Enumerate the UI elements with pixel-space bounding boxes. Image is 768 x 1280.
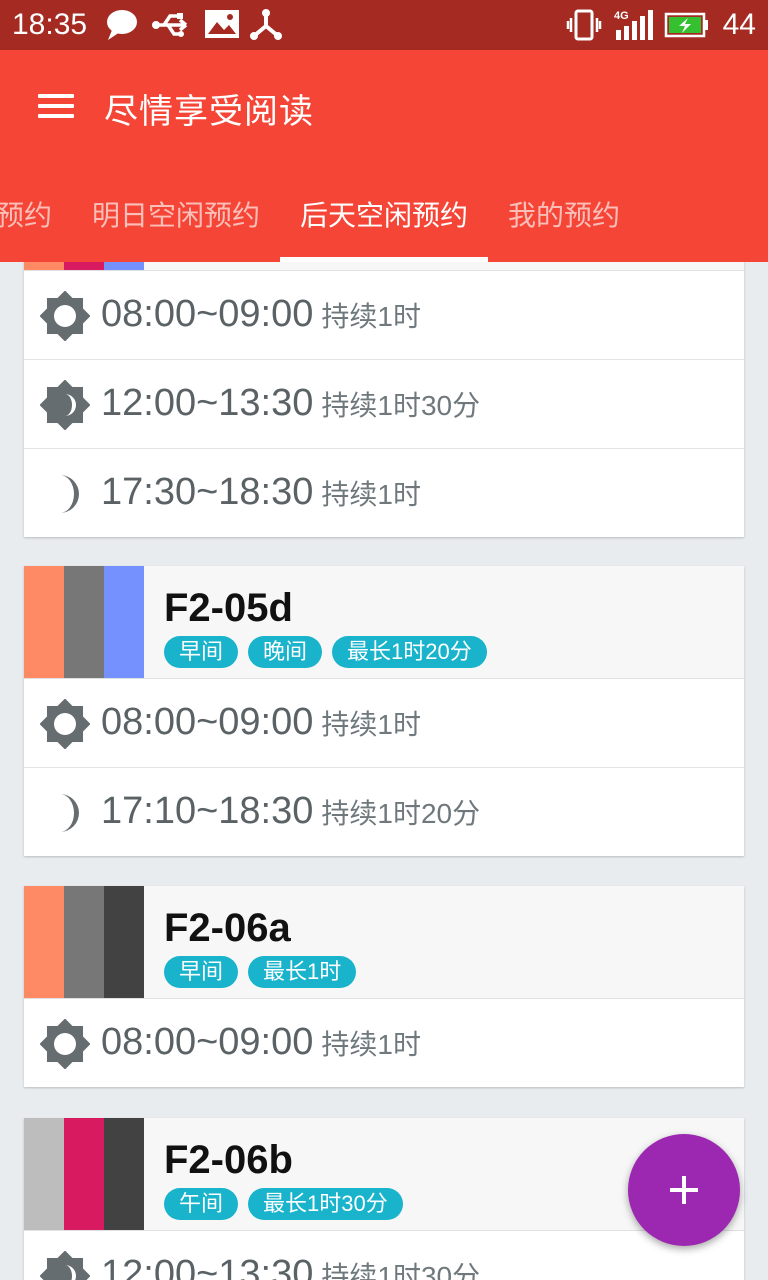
color-swatch <box>24 886 64 998</box>
slot-duration: 持续1时 <box>321 709 421 740</box>
time-slot[interactable]: 17:10~18:30 持续1时20分 <box>24 768 744 856</box>
tab-today[interactable]: 预约 <box>0 194 52 234</box>
tab-tomorrow[interactable]: 明日空闲预约 <box>92 194 260 234</box>
half-sun-icon <box>40 380 90 430</box>
slot-time-range: 17:10~18:30 <box>101 790 314 832</box>
chat-bubble-icon <box>107 10 137 40</box>
tag-badge: 早间 <box>164 636 239 668</box>
half-sun-icon <box>40 1251 90 1280</box>
time-slot[interactable]: 17:30~18:30 持续1时 <box>24 449 744 537</box>
tag-badge: 最长1时20分 <box>332 636 487 668</box>
app-toolbar: 尽情享受阅读 预约 明日空闲预约 后天空闲预约 我的预约 <box>0 50 768 262</box>
page-title: 尽情享受阅读 <box>104 93 314 131</box>
slot-time-range: 08:00~09:00 <box>101 701 314 743</box>
room-card[interactable]: F2-06a 早间 最长1时 08:00~09:00 持续1时 <box>24 886 744 1087</box>
tag-badge: 晚间 <box>248 636 323 668</box>
tag-badge: 早间 <box>164 956 239 988</box>
slot-time-range: 12:00~13:30 <box>101 382 314 424</box>
color-swatch <box>104 566 144 678</box>
time-slot[interactable]: 08:00~09:00 持续1时 <box>24 679 744 768</box>
add-reservation-button[interactable] <box>628 1134 740 1246</box>
sun-icon <box>40 699 90 749</box>
color-swatch <box>64 566 104 678</box>
tab-day-after-tomorrow[interactable]: 后天空闲预约 <box>300 194 468 234</box>
time-slot[interactable]: 08:00~09:00 持续1时 <box>24 271 744 360</box>
battery-charging-icon <box>664 12 708 38</box>
tag-badge: 最长1时30分 <box>248 1188 403 1220</box>
room-name: F2-05d <box>164 586 293 630</box>
tag-list: 早间 晚间 最长1时20分 <box>164 636 487 668</box>
slot-duration: 持续1时 <box>321 479 421 510</box>
slot-time-range: 08:00~09:00 <box>101 293 314 335</box>
card-header: F2-06a 早间 最长1时 <box>24 886 744 999</box>
color-swatch <box>24 262 64 270</box>
plus-icon-stroke <box>682 1176 686 1204</box>
slot-time-range: 08:00~09:00 <box>101 1021 314 1063</box>
color-swatch <box>104 886 144 998</box>
time-slot[interactable]: 12:00~13:30 持续1时30分 <box>24 1231 744 1280</box>
color-swatch <box>104 1118 144 1230</box>
image-icon <box>205 10 239 38</box>
sun-icon <box>40 1019 90 1069</box>
hamburger-menu-icon[interactable] <box>30 86 82 126</box>
room-list[interactable]: 08:00~09:00 持续1时 12:00~13:30 持续1时30分 17:30… <box>0 262 768 1280</box>
slot-duration: 持续1时 <box>321 1029 421 1060</box>
tag-list: 午间 最长1时30分 <box>164 1188 403 1220</box>
color-swatch <box>64 262 104 270</box>
card-header: F2-05d 早间 晚间 最长1时20分 <box>24 566 744 679</box>
card-header-partial <box>24 262 744 271</box>
room-card[interactable]: F2-05d 早间 晚间 最长1时20分 08:00~09:00 持续1时 17:… <box>24 566 744 856</box>
color-swatch <box>24 566 64 678</box>
time-slot[interactable]: 08:00~09:00 持续1时 <box>24 999 744 1087</box>
svg-text:4G: 4G <box>614 10 629 22</box>
battery-level: 44 <box>722 8 756 41</box>
tab-my-reservations[interactable]: 我的预约 <box>508 194 620 234</box>
moon-icon <box>60 794 79 832</box>
status-bar: 18:35 4G 44 <box>0 0 768 50</box>
slot-duration: 持续1时30分 <box>321 390 481 421</box>
time-slot[interactable]: 12:00~13:30 持续1时30分 <box>24 360 744 449</box>
tab-bar: 预约 明日空闲预约 后天空闲预约 我的预约 <box>0 178 768 262</box>
usb-icon <box>152 13 188 37</box>
room-name: F2-06b <box>164 1138 293 1182</box>
tag-list: 早间 最长1时 <box>164 956 357 988</box>
vibrate-icon <box>566 9 602 41</box>
color-swatch <box>64 1118 104 1230</box>
status-time: 18:35 <box>12 8 88 41</box>
slot-duration: 持续1时30分 <box>321 1261 481 1280</box>
tag-badge: 最长1时 <box>248 956 357 988</box>
color-swatch <box>104 262 144 270</box>
slot-time-range: 12:00~13:30 <box>101 1253 314 1280</box>
room-name: F2-06a <box>164 906 291 950</box>
color-swatch <box>24 1118 64 1230</box>
slot-duration: 持续1时 <box>321 301 421 332</box>
color-swatch <box>64 886 104 998</box>
slot-time-range: 17:30~18:30 <box>101 471 314 513</box>
room-card[interactable]: 08:00~09:00 持续1时 12:00~13:30 持续1时30分 17:30… <box>24 262 744 537</box>
signal-icon: 4G <box>614 10 653 40</box>
share-icon <box>250 9 282 40</box>
slot-duration: 持续1时20分 <box>321 798 481 829</box>
sun-icon <box>40 291 90 341</box>
tag-badge: 午间 <box>164 1188 239 1220</box>
moon-icon <box>60 475 79 513</box>
